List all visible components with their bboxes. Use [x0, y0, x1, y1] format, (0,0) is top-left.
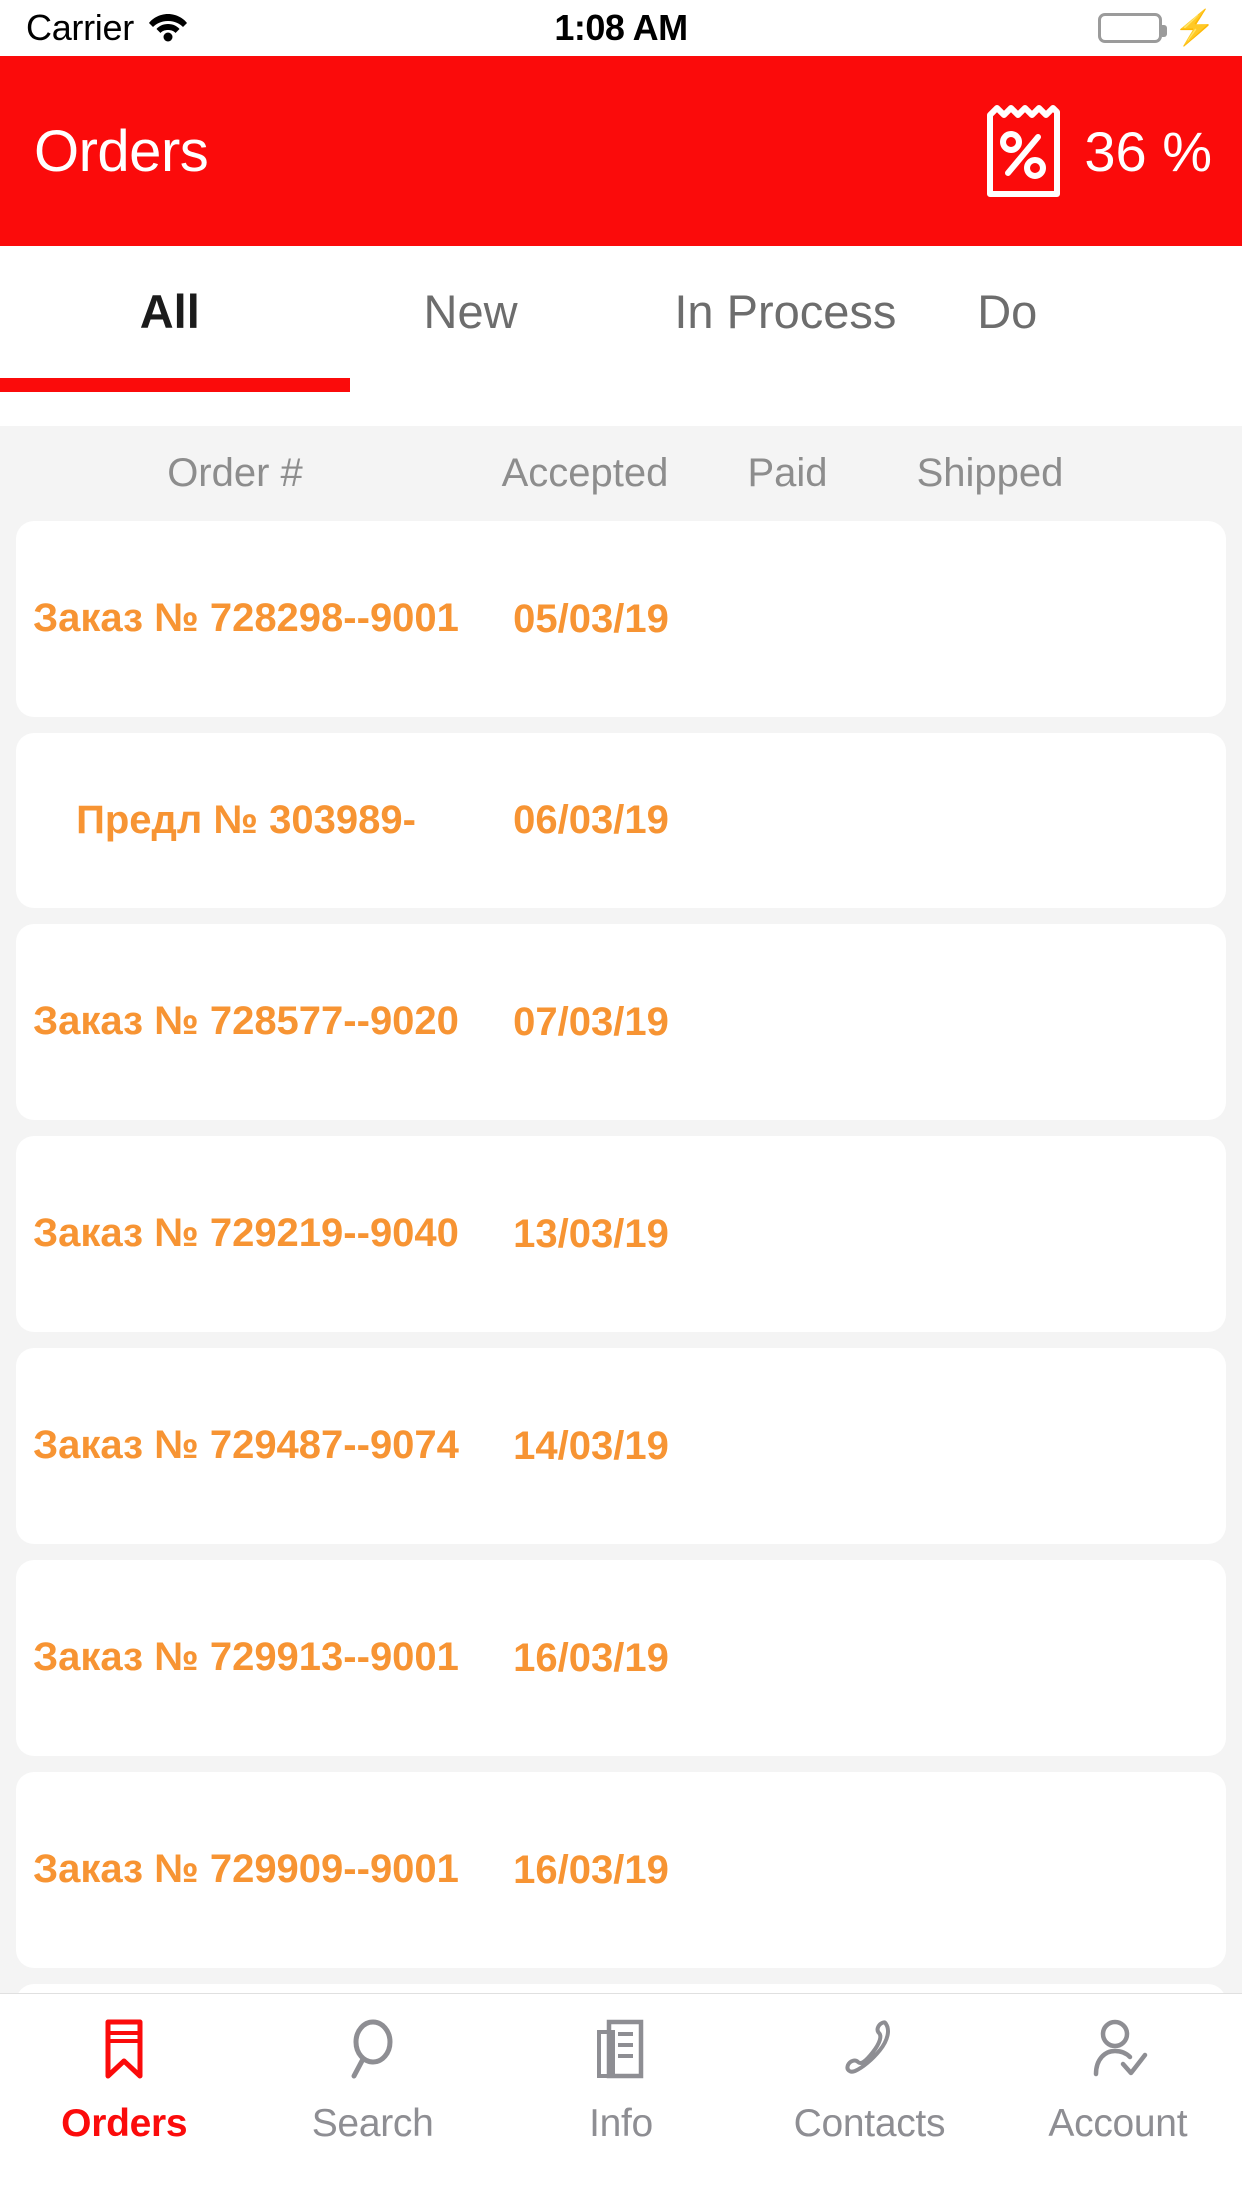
segment-tab-strip[interactable]: All New In Process Do [0, 246, 1242, 376]
order-number: Заказ № 728298--9001 [33, 596, 459, 641]
table-row[interactable]: Предл № 303989- 06/03/19 [16, 733, 1226, 908]
segment-tab-indicator [0, 378, 350, 392]
order-number: Заказ № 729487--9074 [33, 1423, 459, 1468]
order-accepted-date: 07/03/19 [513, 999, 669, 1044]
table-row[interactable]: Заказ № 729219--9040 13/03/19 [16, 1136, 1226, 1332]
app-screen: Carrier 1:08 AM ⚡ Orders 36 % All New In… [0, 0, 1242, 2208]
order-accepted-date: 16/03/19 [513, 1847, 669, 1892]
receipt-percent-icon[interactable] [984, 101, 1062, 201]
column-header-accepted: Accepted [501, 451, 669, 495]
table-row[interactable]: Заказ № 729913--9001 16/03/19 [16, 1560, 1226, 1756]
tab-contacts[interactable]: Contacts [745, 2016, 993, 2146]
tab-label: Info [589, 2102, 653, 2145]
table-row[interactable]: Заказ № 728298--9001 05/03/19 [16, 521, 1226, 717]
table-row[interactable]: Заказ № 729999--9001 16/03/19 [16, 1984, 1226, 1993]
header-actions[interactable]: 36 % [984, 101, 1212, 201]
column-header-shipped: Shipped [916, 451, 1064, 495]
segment-tab-new[interactable]: New [330, 246, 612, 376]
status-bar: Carrier 1:08 AM ⚡ [0, 0, 1242, 56]
document-icon [588, 2016, 654, 2082]
person-check-icon [1085, 2016, 1151, 2082]
tab-label: Search [311, 2102, 434, 2145]
status-bar-time: 1:08 AM [554, 7, 688, 48]
table-column-header: Order # Accepted Paid Shipped [0, 426, 1242, 521]
segment-tab-done[interactable]: Do [959, 246, 1242, 376]
order-accepted-date: 16/03/19 [513, 1635, 669, 1680]
battery-icon [1097, 13, 1167, 43]
order-list[interactable]: Заказ № 728298--9001 05/03/19 Предл № 30… [0, 521, 1242, 1993]
tab-label: Account [1048, 2102, 1188, 2145]
order-accepted-date: 06/03/19 [513, 798, 669, 842]
tab-orders[interactable]: Orders [0, 2016, 248, 2146]
bottom-tab-bar[interactable]: Orders Search Info Contacts Account [0, 1993, 1242, 2208]
tab-label: Orders [61, 2102, 188, 2145]
column-header-paid: Paid [747, 451, 828, 495]
search-icon [340, 2016, 406, 2082]
tab-search[interactable]: Search [248, 2016, 496, 2146]
order-number: Заказ № 728577--9020 [33, 999, 459, 1044]
segment-tab-all[interactable]: All [10, 246, 330, 376]
phone-icon [836, 2016, 902, 2082]
tab-label: Contacts [793, 2102, 946, 2145]
tab-account[interactable]: Account [994, 2016, 1242, 2146]
charging-bolt-icon: ⚡ [1173, 9, 1216, 47]
status-bar-right: ⚡ [1097, 9, 1216, 47]
discount-value: 36 % [1084, 119, 1212, 183]
order-accepted-date: 05/03/19 [513, 596, 669, 641]
order-number: Предл № 303989- [76, 797, 416, 842]
order-accepted-date: 14/03/19 [513, 1423, 669, 1468]
page-title: Orders [34, 118, 209, 184]
segment-tab-bar[interactable]: All New In Process Do [0, 246, 1242, 426]
order-accepted-date: 13/03/19 [513, 1211, 669, 1256]
table-row[interactable]: Заказ № 728577--9020 07/03/19 [16, 924, 1226, 1120]
order-number: Заказ № 729909--9001 [33, 1847, 459, 1892]
table-row[interactable]: Заказ № 729487--9074 14/03/19 [16, 1348, 1226, 1544]
segment-tab-in-process[interactable]: In Process [612, 246, 960, 376]
tab-info[interactable]: Info [497, 2016, 745, 2146]
column-header-order: Order # [167, 451, 303, 495]
order-number: Заказ № 729913--9001 [33, 1635, 459, 1680]
table-row[interactable]: Заказ № 729909--9001 16/03/19 [16, 1772, 1226, 1968]
navigation-bar: Orders 36 % [0, 56, 1242, 246]
bookmark-icon [91, 2016, 157, 2082]
order-number: Заказ № 729219--9040 [33, 1211, 459, 1256]
